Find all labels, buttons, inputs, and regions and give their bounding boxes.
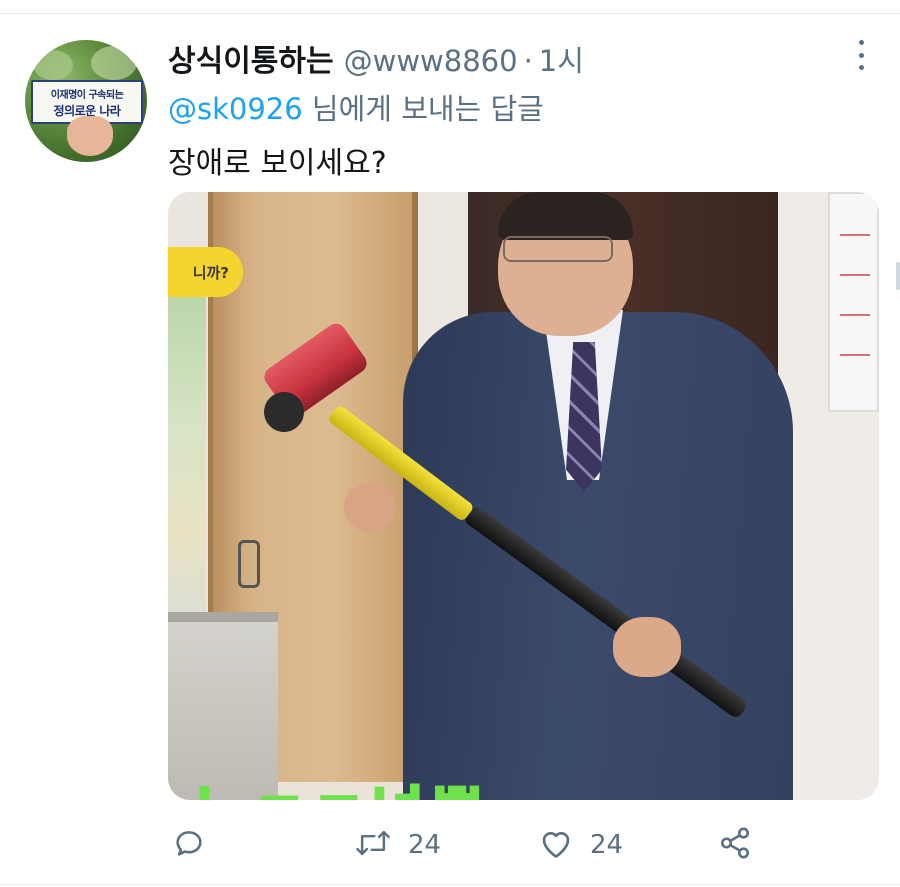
share-icon [718, 826, 752, 864]
tweet-media-image[interactable]: 니까? 뉴ㅈㅋ넘뿌 [168, 192, 879, 800]
separator-dot: · [523, 44, 533, 78]
more-dot [858, 52, 864, 58]
replying-to: @sk0926 님에게 보내는 답글 [168, 86, 544, 128]
retweet-count: 24 [408, 830, 442, 860]
image-person-glasses [503, 236, 613, 262]
tweet-text: 장애로 보이세요? [168, 146, 387, 181]
reply-to-text: 님에게 보내는 답글 [302, 92, 544, 126]
top-divider [0, 0, 900, 14]
image-person-right-hand [613, 617, 681, 677]
bottom-divider [0, 884, 900, 885]
timestamp[interactable]: 1시 [539, 38, 584, 80]
retweet-icon [354, 826, 392, 864]
image-person-hair [498, 192, 633, 240]
image-door-handle [238, 540, 260, 588]
avatar-sign-line1: 이재명이 구속되는 [50, 89, 124, 101]
user-handle[interactable]: @www8860 [344, 44, 518, 78]
share-button[interactable] [718, 822, 752, 868]
image-calendar [828, 192, 879, 412]
more-dot [858, 40, 864, 45]
comment-icon [172, 826, 206, 864]
like-count: 24 [590, 830, 624, 860]
calendar-line [840, 314, 870, 316]
avatar-hand [67, 116, 113, 156]
reply-to-handle-link[interactable]: @sk0926 [168, 92, 303, 126]
avatar-foliage [33, 50, 73, 80]
avatar[interactable]: 이재명이 구속되는 정의로운 나라 [25, 40, 147, 162]
more-options-icon[interactable] [851, 40, 871, 70]
scrollbar-thumb[interactable] [896, 262, 900, 290]
image-speech-bubble: 니까? [168, 247, 243, 297]
calendar-line [840, 234, 870, 236]
calendar-line [840, 274, 870, 276]
like-button[interactable]: 24 [538, 822, 623, 868]
avatar-foliage [91, 46, 137, 80]
reply-button[interactable] [172, 822, 206, 868]
tweet-header: 상식이통하는 @www8860 · 1시 [168, 36, 584, 80]
tweet-actions: 24 24 [168, 822, 879, 868]
calendar-line [840, 354, 870, 356]
image-speech-bubble-text: 니까? [192, 263, 229, 282]
retweet-button[interactable]: 24 [354, 822, 441, 868]
display-name[interactable]: 상식이통하는 [168, 36, 334, 80]
heart-icon [538, 826, 574, 864]
more-dot [858, 65, 864, 70]
image-person-left-hand [344, 482, 396, 532]
image-caption-text: 뉴ㅈㅋ넘뿌 [192, 767, 490, 801]
